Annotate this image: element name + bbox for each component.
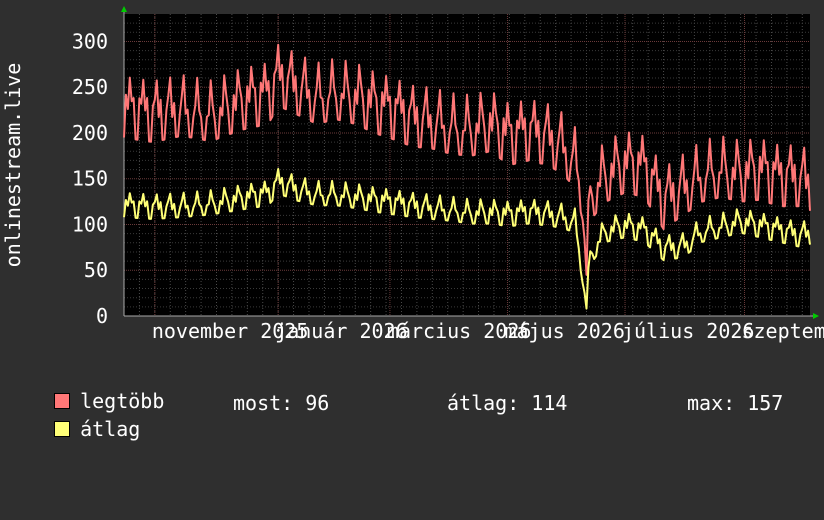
stat-max: max: 157 bbox=[687, 391, 784, 415]
legend-label-avg: átlag bbox=[80, 417, 141, 441]
y-tick-label: 50 bbox=[84, 258, 108, 282]
y-tick-label: 250 bbox=[72, 75, 108, 99]
y-tick-label: 0 bbox=[96, 304, 108, 328]
legend-swatch-avg bbox=[54, 420, 71, 437]
stat-now: most: 96 bbox=[233, 391, 330, 415]
x-tick-label: július 2026 bbox=[622, 319, 754, 343]
x-tick-label: szeptember bbox=[741, 319, 824, 343]
y-axis-arrow bbox=[121, 6, 127, 12]
y-tick-label: 200 bbox=[72, 121, 108, 145]
legend-row-avg: átlag most: 96 átlag: 114 max: 157 bbox=[30, 390, 810, 520]
y-tick-label: 150 bbox=[72, 167, 108, 191]
x-tick-label: május 2026 bbox=[504, 319, 624, 343]
y-axis-label: onlinestream.live bbox=[1, 63, 25, 268]
y-tick-label: 100 bbox=[72, 212, 108, 236]
y-tick-label: 300 bbox=[72, 29, 108, 53]
stat-avg: átlag: 114 bbox=[447, 391, 568, 415]
